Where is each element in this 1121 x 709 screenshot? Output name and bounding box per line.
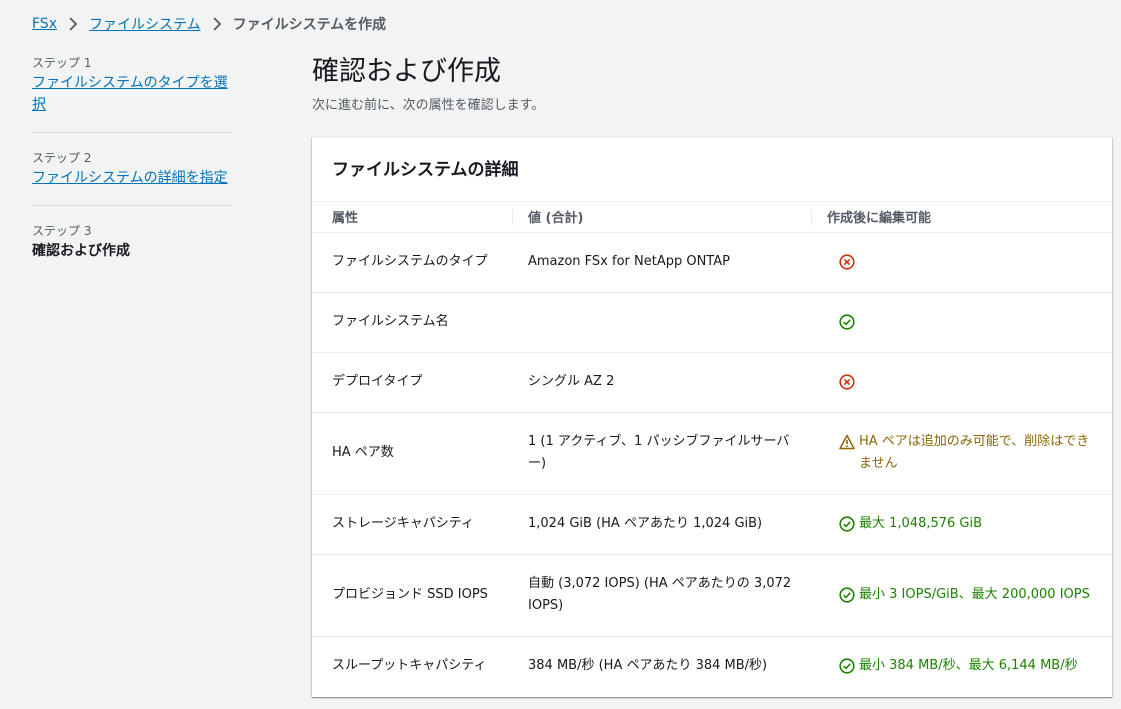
- attribute-name: ファイルシステムのタイプ: [312, 232, 512, 293]
- attribute-name: HA ペア数: [312, 412, 512, 495]
- check-circle-icon: [839, 584, 855, 606]
- editable-status: 最小 3 IOPS/GiB、最大 200,000 IOPS: [811, 554, 1112, 637]
- editable-status: [811, 292, 1112, 353]
- attribute-name: プロビジョンド SSD IOPS: [312, 554, 512, 637]
- chevron-right-icon: [201, 17, 233, 31]
- column-header-value: 値 (合計): [512, 202, 811, 233]
- page-description: 次に進む前に、次の属性を確認します。: [312, 98, 545, 113]
- editable-status-text: 最小 384 MB/秒、最大 6,144 MB/秒: [859, 658, 1078, 674]
- step-number: ステップ 3: [32, 224, 92, 238]
- attribute-value: Amazon FSx for NetApp ONTAP: [512, 232, 811, 293]
- attribute-value: 1,024 GiB (HA ペアあたり 1,024 GiB): [512, 494, 811, 555]
- editable-status: [811, 352, 1112, 413]
- attribute-name: ストレージキャパシティ: [312, 494, 512, 555]
- table-row: スループットキャパシティ 384 MB/秒 (HA ペアあたり 384 MB/秒)…: [312, 636, 1112, 696]
- step-number: ステップ 2: [32, 151, 92, 165]
- check-circle-icon: [839, 513, 855, 535]
- wizard-steps: ステップ 1 ファイルシステムのタイプを選択 ステップ 2 ファイルシステムの詳…: [32, 52, 232, 278]
- editable-status-text: 最大 1,048,576 GiB: [859, 516, 983, 531]
- editable-status-content: [839, 251, 1096, 273]
- breadcrumb-item-fsx[interactable]: FSx: [32, 16, 57, 32]
- editable-status: 最大 1,048,576 GiB: [811, 494, 1112, 555]
- panel-header: ファイルシステムの詳細: [312, 138, 1112, 202]
- attribute-value: シングル AZ 2: [512, 352, 811, 413]
- attribute-value: 自動 (3,072 IOPS) (HA ペアあたりの 3,072 IOPS): [512, 554, 811, 637]
- table-row: ファイルシステムのタイプ Amazon FSx for NetApp ONTAP: [312, 232, 1112, 293]
- attribute-value: 384 MB/秒 (HA ペアあたり 384 MB/秒): [528, 658, 768, 674]
- x-circle-icon: [839, 251, 855, 273]
- step-current-label: 確認および作成: [32, 243, 130, 259]
- table-row: デプロイタイプ シングル AZ 2: [312, 352, 1112, 413]
- attributes-table: 属性 値 (合計) 作成後に編集可能 ファイルシステムのタイプ Amazon FS…: [312, 202, 1112, 696]
- panel-title: ファイルシステムの詳細: [332, 160, 519, 180]
- page-title: 確認および作成: [312, 56, 501, 87]
- editable-status: [811, 232, 1112, 293]
- editable-status-content: 最小 384 MB/秒、最大 6,144 MB/秒: [839, 655, 1096, 677]
- column-header-attribute: 属性: [312, 202, 512, 233]
- editable-status-content: 最小 3 IOPS/GiB、最大 200,000 IOPS: [839, 584, 1096, 606]
- editable-status-content: HA ペアは追加のみ可能で、削除はできません: [839, 431, 1096, 475]
- wizard-step-2: ステップ 2 ファイルシステムの詳細を指定: [32, 132, 232, 205]
- attribute-name: スループットキャパシティ: [332, 658, 487, 674]
- table-row: HA ペア数 1 (1 アクティブ、1 パッシブファイルサーバー) HA ペアは追加…: [312, 412, 1112, 495]
- column-header-editable: 作成後に編集可能: [811, 202, 1112, 233]
- editable-status-text: 最小 3 IOPS/GiB、最大 200,000 IOPS: [859, 587, 1090, 602]
- step-link-specify-details[interactable]: ファイルシステムの詳細を指定: [32, 167, 232, 189]
- wizard-step-1: ステップ 1 ファイルシステムのタイプを選択: [32, 52, 232, 132]
- attribute-name: デプロイタイプ: [312, 352, 512, 413]
- check-circle-icon: [839, 311, 855, 333]
- editable-status: 最小 384 MB/秒、最大 6,144 MB/秒: [811, 636, 1112, 696]
- editable-status-content: 最大 1,048,576 GiB: [839, 513, 1096, 535]
- step-number: ステップ 1: [32, 56, 92, 70]
- check-circle-icon: [839, 655, 855, 677]
- breadcrumb-current: ファイルシステムを作成: [232, 17, 387, 33]
- table-row: ファイルシステム名: [312, 292, 1112, 353]
- editable-status-content: [839, 371, 1096, 393]
- table-row: プロビジョンド SSD IOPS 自動 (3,072 IOPS) (HA ペアあた…: [312, 554, 1112, 637]
- breadcrumb: FSx ファイルシステム ファイルシステムを作成: [32, 13, 386, 35]
- attribute-name: ファイルシステム名: [312, 292, 512, 353]
- warning-icon: [839, 431, 855, 453]
- editable-status: HA ペアは追加のみ可能で、削除はできません: [811, 412, 1112, 495]
- table-row: ストレージキャパシティ 1,024 GiB (HA ペアあたり 1,024 GiB…: [312, 494, 1112, 555]
- step-link-choose-type[interactable]: ファイルシステムのタイプを選択: [32, 72, 232, 116]
- chevron-right-icon: [57, 17, 89, 31]
- table-header-row: 属性 値 (合計) 作成後に編集可能: [312, 202, 1112, 233]
- x-circle-icon: [839, 371, 855, 393]
- attribute-value: [512, 292, 811, 353]
- attribute-value: 1 (1 アクティブ、1 パッシブファイルサーバー): [512, 412, 811, 495]
- editable-status-text: HA ペアは追加のみ可能で、削除はできません: [859, 434, 1090, 471]
- editable-status-content: [839, 311, 1096, 333]
- breadcrumb-item-file-systems[interactable]: ファイルシステム: [89, 14, 201, 34]
- file-system-details-panel: ファイルシステムの詳細 属性 値 (合計) 作成後に編集可能 ファイルシステムの…: [312, 137, 1112, 697]
- wizard-step-3: ステップ 3 確認および作成: [32, 205, 232, 278]
